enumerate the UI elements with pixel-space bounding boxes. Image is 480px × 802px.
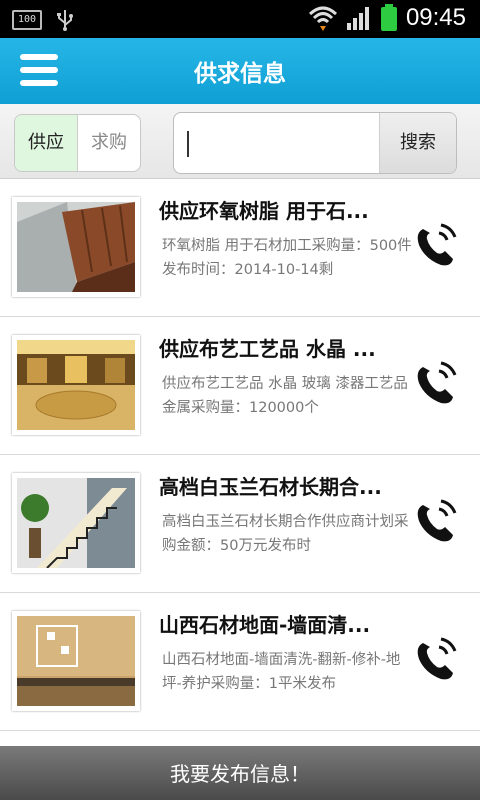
app-header: 供求信息	[0, 38, 480, 104]
item-title: 供应布艺工艺品 水晶 ...	[159, 337, 376, 361]
text-cursor	[187, 131, 189, 157]
phone-icon[interactable]	[411, 219, 461, 269]
item-description: 环氧树脂 用于石材加工采购量：500件发布时间：2014-10-14剩	[162, 238, 412, 278]
wifi-icon	[308, 6, 337, 31]
clock: 09:45	[405, 4, 466, 31]
item-title: 高档白玉兰石材长期合...	[159, 475, 382, 499]
search-bar: 供应 求购 搜索	[0, 104, 480, 179]
battery-level-icon: 100	[12, 10, 42, 30]
list-item[interactable]: 供应布艺工艺品 水晶 ... 供应布艺工艺品 水晶 玻璃 漆器工艺品 金属采购量…	[0, 317, 480, 455]
item-description: 高档白玉兰石材长期合作供应商计划采购金额：50万元发布时	[162, 514, 409, 554]
search-button[interactable]: 搜索	[379, 113, 456, 173]
tab-supply[interactable]: 供应	[15, 115, 78, 171]
battery-icon	[380, 4, 397, 31]
list-item[interactable]: 供应环氧树脂 用于石... 环氧树脂 用于石材加工采购量：500件发布时间：20…	[0, 179, 480, 317]
item-thumbnail	[12, 197, 140, 297]
publish-button[interactable]: 我要发布信息！	[0, 746, 480, 800]
type-toggle: 供应 求购	[14, 114, 141, 172]
item-title: 山西石材地面-墙面清...	[159, 613, 371, 637]
list-item[interactable]: 山西石材地面-墙面清... 山西石材地面-墙面清洗-翻新-修补-地坪-养护采购量…	[0, 593, 480, 731]
search-box: 搜索	[173, 112, 457, 174]
phone-icon[interactable]	[411, 495, 461, 545]
info-list: 供应环氧树脂 用于石... 环氧树脂 用于石材加工采购量：500件发布时间：20…	[0, 179, 480, 731]
item-description: 山西石材地面-墙面清洗-翻新-修补-地坪-养护采购量：1平米发布	[162, 652, 401, 692]
status-bar: 100 09:45	[0, 0, 480, 38]
phone-icon[interactable]	[411, 633, 461, 683]
phone-icon[interactable]	[411, 357, 461, 407]
item-thumbnail	[12, 611, 140, 711]
item-thumbnail	[12, 473, 140, 573]
page-title: 供求信息	[194, 61, 286, 87]
item-thumbnail	[12, 335, 140, 435]
signal-icon	[346, 7, 369, 30]
item-title: 供应环氧树脂 用于石...	[159, 199, 369, 223]
search-input[interactable]	[182, 113, 382, 173]
tab-demand[interactable]: 求购	[78, 115, 140, 171]
list-item[interactable]: 高档白玉兰石材长期合... 高档白玉兰石材长期合作供应商计划采购金额：50万元发…	[0, 455, 480, 593]
usb-icon	[57, 10, 73, 31]
item-description: 供应布艺工艺品 水晶 玻璃 漆器工艺品 金属采购量：120000个	[162, 376, 408, 416]
